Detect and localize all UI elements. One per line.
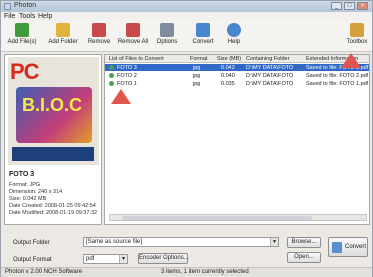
row-folder: D:\MY DATA\FOTO bbox=[246, 73, 294, 79]
horizontal-scrollbar[interactable] bbox=[109, 214, 367, 221]
output-format-label: Output Format bbox=[13, 257, 52, 263]
row-info: Saved to file: FOTO 2.pdf bbox=[306, 73, 369, 79]
help-button[interactable]: Help bbox=[223, 23, 245, 50]
column-header-folder[interactable]: Containing Folder bbox=[246, 56, 289, 62]
chevron-down-icon[interactable]: ▼ bbox=[119, 255, 127, 263]
column-header-name[interactable]: List of Files to Convert bbox=[109, 56, 164, 62]
row-format: jpg bbox=[193, 65, 201, 71]
help-icon bbox=[227, 23, 241, 37]
cover-title: PC bbox=[10, 59, 40, 84]
add-folder-button[interactable]: Add Folder bbox=[45, 23, 81, 50]
image-file-icon bbox=[109, 81, 114, 86]
row-folder: D:\MY DATA\FOTO bbox=[246, 81, 294, 87]
preview-format: Format: JPG bbox=[9, 182, 41, 188]
preview-panel: PC B.I.O.C FOTO 3 Format: JPG Dimension:… bbox=[4, 54, 102, 225]
app-icon bbox=[4, 3, 11, 10]
cover-headline: B.I.O.C bbox=[22, 95, 83, 115]
close-button[interactable]: × bbox=[357, 2, 368, 10]
preview-thumbnail: PC B.I.O.C bbox=[8, 57, 99, 165]
annotation-arrow-left bbox=[111, 89, 131, 104]
row-name: FOTO 2 bbox=[117, 73, 137, 79]
remove-all-button[interactable]: Remove All bbox=[116, 23, 150, 50]
file-list[interactable]: List of Files to Convert Format Size (MB… bbox=[104, 54, 370, 225]
convert-icon bbox=[332, 242, 342, 253]
chevron-down-icon[interactable]: ▼ bbox=[270, 238, 278, 246]
table-row[interactable]: FOTO 3 jpg 0.042 D:\MY DATA\FOTO Saved t… bbox=[105, 64, 369, 71]
minimize-button[interactable]: _ bbox=[331, 2, 342, 10]
status-version: Photon v 2.00 NCH Software bbox=[5, 269, 83, 275]
row-folder: D:\MY DATA\FOTO bbox=[246, 65, 294, 71]
file-list-header: List of Files to Convert Format Size (MB… bbox=[105, 55, 369, 63]
table-row[interactable]: FOTO 1 jpg 0.035 D:\MY DATA\FOTO Saved t… bbox=[105, 80, 369, 87]
image-file-icon bbox=[109, 73, 114, 78]
table-row[interactable]: FOTO 2 jpg 0.040 D:\MY DATA\FOTO Saved t… bbox=[105, 72, 369, 79]
cover-footer-strip bbox=[12, 147, 94, 161]
title-bar: Photon _ □ × bbox=[1, 1, 372, 12]
menu-tools[interactable]: Tools bbox=[19, 13, 35, 20]
window-title: Photon bbox=[14, 2, 37, 9]
convert-button[interactable]: Convert bbox=[328, 237, 368, 257]
row-format: jpg bbox=[193, 73, 201, 79]
add-folder-icon bbox=[56, 23, 70, 37]
browse-button[interactable]: Browse... bbox=[287, 237, 321, 248]
output-folder-label: Output Folder bbox=[13, 240, 50, 246]
row-format: jpg bbox=[193, 81, 201, 87]
status-selection: 3 items, 1 item currently selected bbox=[161, 269, 249, 275]
menu-bar: File Tools Help bbox=[1, 12, 372, 21]
menu-file[interactable]: File bbox=[4, 13, 15, 20]
row-size: 0.035 bbox=[221, 81, 235, 87]
convert-toolbar-button[interactable]: Convert bbox=[189, 23, 217, 50]
open-button[interactable]: Open... bbox=[287, 252, 321, 263]
column-header-format[interactable]: Format bbox=[190, 56, 207, 62]
preview-size: Size: 0.042 MB bbox=[9, 196, 47, 202]
scrollbar-thumb[interactable] bbox=[122, 216, 312, 220]
preview-dimension: Dimension: 240 x 314 bbox=[9, 189, 63, 195]
column-header-size[interactable]: Size (MB) bbox=[217, 56, 241, 62]
output-format-select[interactable]: pdf ▼ bbox=[83, 254, 128, 264]
app-window: Photon _ □ × File Tools Help Add File(s)… bbox=[0, 0, 373, 277]
output-folder-field[interactable]: [Same as source file] ▼ bbox=[83, 237, 279, 247]
preview-date-modified: Date Modified: 2008-01-19 09:37:32 bbox=[9, 210, 98, 216]
add-files-button[interactable]: Add File(s) bbox=[3, 23, 41, 50]
convert-icon bbox=[196, 23, 210, 37]
row-size: 0.040 bbox=[221, 73, 235, 79]
row-name: FOTO 3 bbox=[117, 65, 137, 71]
remove-all-icon bbox=[126, 23, 140, 37]
toolbar: Add File(s) Add Folder Remove Remove All… bbox=[1, 21, 372, 52]
row-info: Saved to file: FOTO 1.pdf bbox=[306, 81, 369, 87]
options-icon bbox=[160, 23, 174, 37]
menu-help[interactable]: Help bbox=[38, 13, 52, 20]
maximize-button[interactable]: □ bbox=[344, 2, 355, 10]
row-size: 0.042 bbox=[221, 65, 235, 71]
options-button[interactable]: Options bbox=[153, 23, 181, 50]
toolbox-icon bbox=[350, 23, 364, 37]
encoder-options-button[interactable]: Encoder Options... bbox=[138, 253, 189, 264]
preview-file-name: FOTO 3 bbox=[9, 171, 35, 178]
add-files-icon bbox=[15, 23, 29, 37]
row-name: FOTO 1 bbox=[117, 81, 137, 87]
preview-date-created: Date Created: 2008-01-25 09:42:54 bbox=[9, 203, 96, 209]
status-bar: Photon v 2.00 NCH Software 3 items, 1 it… bbox=[1, 267, 372, 277]
annotation-arrow-right bbox=[341, 53, 361, 68]
image-file-icon bbox=[109, 65, 114, 70]
toolbox-button[interactable]: Toolbox bbox=[343, 23, 371, 50]
remove-button[interactable]: Remove bbox=[86, 23, 112, 50]
remove-icon bbox=[92, 23, 106, 37]
